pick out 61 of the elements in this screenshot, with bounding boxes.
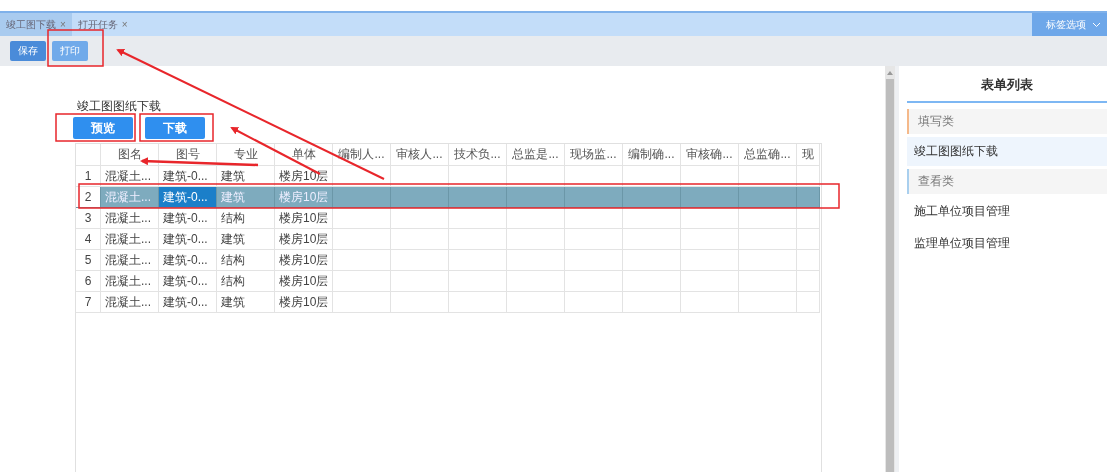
table-row[interactable]: 3 混凝土... 建筑-0... 结构 楼房10层 bbox=[76, 208, 821, 229]
table-cell: 建筑 bbox=[217, 229, 275, 250]
table-row[interactable]: 5 混凝土... 建筑-0... 结构 楼房10层 bbox=[76, 250, 821, 271]
table-cell: 结构 bbox=[217, 208, 275, 229]
form-list-item[interactable]: 施工单位项目管理 bbox=[907, 197, 1107, 226]
table-cell: 楼房10层 bbox=[275, 208, 333, 229]
column-header[interactable]: 现场监... bbox=[565, 144, 623, 166]
table-cell: 建筑 bbox=[217, 187, 275, 208]
table-cell: 建筑-0... bbox=[159, 292, 217, 313]
scroll-up-icon[interactable] bbox=[887, 71, 893, 75]
table-row[interactable]: 4 混凝土... 建筑-0... 建筑 楼房10层 bbox=[76, 229, 821, 250]
column-header[interactable]: 审核确... bbox=[681, 144, 739, 166]
column-header[interactable]: 图名 bbox=[101, 144, 159, 166]
toolbar-button[interactable]: 保存 bbox=[10, 41, 46, 61]
table-cell: 建筑-0... bbox=[159, 229, 217, 250]
table-cell: 建筑-0... bbox=[159, 187, 217, 208]
tab[interactable]: 竣工图下载 × bbox=[0, 13, 72, 36]
table-cell: 楼房10层 bbox=[275, 271, 333, 292]
table-cell: 楼房10层 bbox=[275, 187, 333, 208]
table-cell: 建筑 bbox=[217, 292, 275, 313]
table-cell: 结构 bbox=[217, 271, 275, 292]
table-cell: 混凝土... bbox=[101, 187, 159, 208]
table-cell: 混凝土... bbox=[101, 271, 159, 292]
table-cell: 混凝土... bbox=[101, 229, 159, 250]
chevron-down-icon bbox=[1092, 21, 1101, 28]
table-cell: 混凝土... bbox=[101, 292, 159, 313]
table-cell: 结构 bbox=[217, 250, 275, 271]
row-number: 4 bbox=[76, 229, 101, 250]
column-header[interactable]: 图号 bbox=[159, 144, 217, 166]
group-header[interactable]: 填写类 bbox=[907, 109, 1107, 134]
row-number: 6 bbox=[76, 271, 101, 292]
column-header[interactable]: 编制确... bbox=[623, 144, 681, 166]
form-list-item[interactable]: 竣工图图纸下载 bbox=[907, 137, 1107, 166]
table-cell: 楼房10层 bbox=[275, 292, 333, 313]
form-title: 竣工图图纸下载 bbox=[77, 98, 162, 115]
column-header[interactable]: 审核人... bbox=[391, 144, 449, 166]
table-row[interactable]: 6 混凝土... 建筑-0... 结构 楼房10层 bbox=[76, 271, 821, 292]
table-row[interactable]: 7 混凝土... 建筑-0... 建筑 楼房10层 bbox=[76, 292, 821, 313]
row-number: 3 bbox=[76, 208, 101, 229]
table-cell: 建筑-0... bbox=[159, 271, 217, 292]
column-header[interactable]: 现 bbox=[797, 144, 820, 166]
column-header[interactable]: 总监是... bbox=[507, 144, 565, 166]
table-cell: 建筑-0... bbox=[159, 250, 217, 271]
table-cell: 混凝土... bbox=[101, 208, 159, 229]
table-row[interactable]: 2 混凝土... 建筑-0... 建筑 楼房10层 bbox=[76, 187, 821, 208]
panel-title: 表单列表 bbox=[907, 72, 1107, 103]
column-header[interactable]: 单体 bbox=[275, 144, 333, 166]
group-header[interactable]: 查看类 bbox=[907, 169, 1107, 194]
row-number: 7 bbox=[76, 292, 101, 313]
column-header[interactable]: 技术负... bbox=[449, 144, 507, 166]
row-number: 5 bbox=[76, 250, 101, 271]
form-list-item[interactable]: 监理单位项目管理 bbox=[907, 229, 1107, 258]
highlight-box bbox=[47, 29, 104, 67]
scrollbar[interactable] bbox=[885, 66, 899, 472]
table-cell: 楼房10层 bbox=[275, 250, 333, 271]
table-cell: 建筑-0... bbox=[159, 208, 217, 229]
row-number: 1 bbox=[76, 166, 101, 187]
column-header[interactable]: 总监确... bbox=[739, 144, 797, 166]
column-header[interactable]: 专业 bbox=[217, 144, 275, 166]
table-cell: 混凝土... bbox=[101, 250, 159, 271]
table-cell: 楼房10层 bbox=[275, 229, 333, 250]
